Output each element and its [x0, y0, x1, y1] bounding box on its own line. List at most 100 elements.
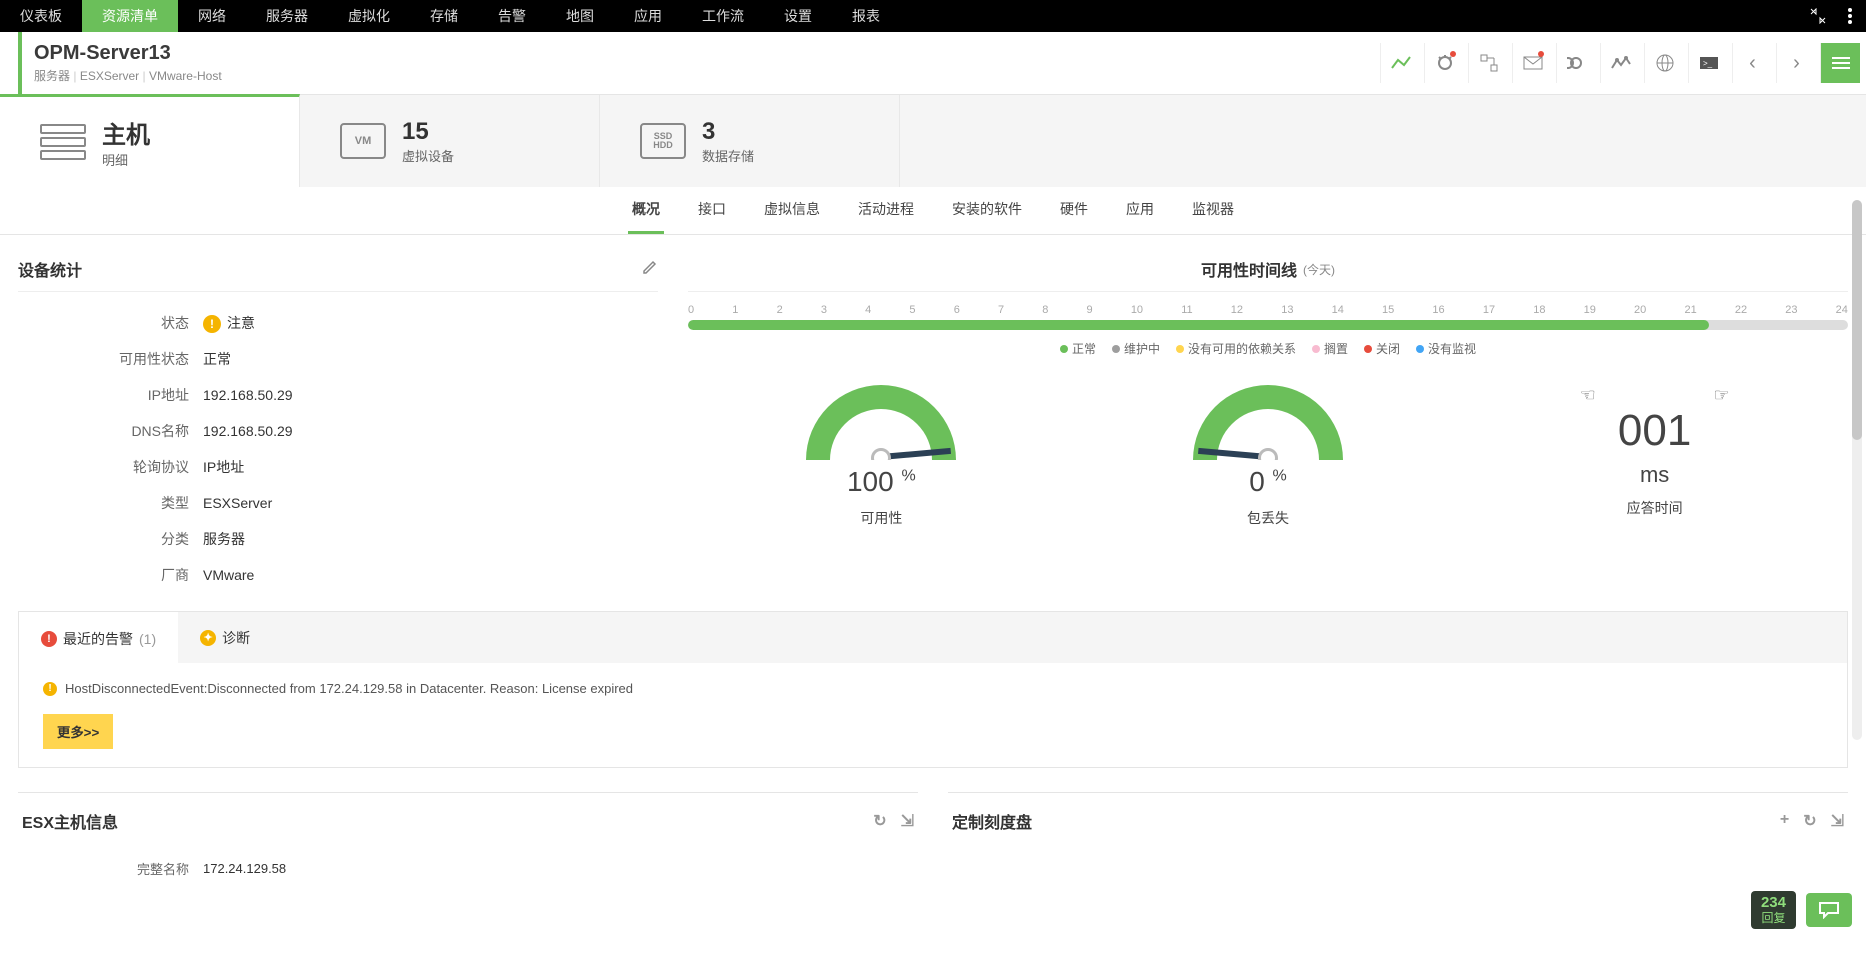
card-title: 3 [702, 118, 754, 146]
sub-tabs: 概况接口虚拟信息活动进程安装的软件硬件应用监视器 [0, 187, 1866, 235]
esx-table: 完整名称 172.24.129.58 [18, 849, 294, 888]
kebab-icon[interactable] [1834, 0, 1866, 32]
alarm-icon[interactable] [1424, 43, 1464, 83]
page-title: OPM-Server13 [34, 42, 1380, 65]
subtab-5[interactable]: 硬件 [1056, 187, 1092, 234]
timeline-fill [688, 320, 1709, 330]
stats-key: 状态 [20, 306, 195, 340]
add-icon[interactable]: + [1780, 811, 1789, 831]
scrollbar[interactable] [1852, 200, 1862, 740]
nav-item-11[interactable]: 报表 [832, 0, 900, 32]
stats-table: 状态!注意可用性状态正常IP地址192.168.50.29DNS名称192.16… [18, 304, 652, 591]
subtab-1[interactable]: 接口 [694, 187, 730, 234]
diag-icon: ✦ [200, 630, 216, 646]
legend-item: 搁置 [1312, 340, 1348, 357]
nav-item-10[interactable]: 设置 [764, 0, 832, 32]
expand-icon[interactable]: ⇲ [901, 811, 914, 831]
menu-icon[interactable] [1820, 43, 1860, 83]
nav-item-5[interactable]: 存储 [410, 0, 478, 32]
availability-panel: 可用性时间线 (今天) 0123456789101112131415161718… [688, 247, 1848, 591]
gauge-knob [871, 448, 891, 460]
stats-val: ESXServer [197, 486, 650, 520]
warn-icon: ! [43, 682, 57, 696]
custom-dial-panel: 定制刻度盘 + ↻ ⇲ [948, 792, 1848, 888]
topology-icon[interactable] [1468, 43, 1508, 83]
timeline-legend: 正常维护中没有可用的依赖关系搁置关闭没有监视 [688, 340, 1848, 357]
legend-item: 关闭 [1364, 340, 1400, 357]
breadcrumb: 服务器 ESXServer VMware-Host [34, 67, 1380, 84]
stats-val: IP地址 [197, 450, 650, 484]
stats-row: DNS名称192.168.50.29 [20, 414, 650, 448]
nav-item-6[interactable]: 告警 [478, 0, 546, 32]
card-title: 15 [402, 118, 454, 146]
breadcrumb-2[interactable]: VMware-Host [143, 69, 222, 83]
subtab-7[interactable]: 监视器 [1188, 187, 1238, 234]
nav-item-8[interactable]: 应用 [614, 0, 682, 32]
breadcrumb-1[interactable]: ESXServer [73, 69, 139, 83]
gauge-caption: 包丢失 [1247, 508, 1289, 528]
alarm-tab-count: (1) [139, 631, 156, 647]
breadcrumb-0[interactable]: 服务器 [34, 69, 70, 83]
summary-card-2[interactable]: SSDHDD3数据存储 [600, 95, 900, 187]
alarm-text: HostDisconnectedEvent:Disconnected from … [65, 681, 633, 696]
edit-icon[interactable] [642, 259, 658, 280]
card-sub: 明细 [102, 150, 150, 169]
collapse-icon[interactable] [1802, 0, 1834, 32]
legend-item: 正常 [1060, 340, 1096, 357]
device-stats-panel: 设备统计 状态!注意可用性状态正常IP地址192.168.50.29DNS名称1… [18, 247, 658, 591]
terminal-icon[interactable]: >_ [1688, 43, 1728, 83]
vm-icon: VM [340, 123, 386, 159]
stats-val: 192.168.50.29 [197, 414, 650, 448]
stats-val: 正常 [197, 342, 650, 376]
hand-icon: ☜ [1580, 385, 1596, 406]
expand-icon[interactable]: ⇲ [1831, 811, 1844, 831]
summary-card-1[interactable]: VM15虚拟设备 [300, 95, 600, 187]
nav-item-4[interactable]: 虚拟化 [328, 0, 410, 32]
svg-text:>_: >_ [1703, 59, 1713, 68]
nav-item-3[interactable]: 服务器 [246, 0, 328, 32]
graph-icon[interactable] [1600, 43, 1640, 83]
stats-row: 轮询协议IP地址 [20, 450, 650, 484]
link-icon[interactable] [1556, 43, 1596, 83]
globe-icon[interactable] [1644, 43, 1684, 83]
summary-card-0[interactable]: 主机明细 [0, 94, 300, 187]
nav-item-2[interactable]: 网络 [178, 0, 246, 32]
subtab-6[interactable]: 应用 [1122, 187, 1158, 234]
chat-button[interactable] [1806, 893, 1852, 927]
stats-key: 轮询协议 [20, 450, 195, 484]
reply-counter[interactable]: 234 回复 [1751, 891, 1796, 929]
gauge-1: 0 %包丢失 [1193, 385, 1343, 528]
header-actions: >_ ‹ › [1380, 43, 1866, 83]
nav-item-0[interactable]: 仪表板 [0, 0, 82, 32]
scrollbar-thumb[interactable] [1852, 200, 1862, 440]
stats-key: 可用性状态 [20, 342, 195, 376]
subtab-3[interactable]: 活动进程 [854, 187, 918, 234]
alarm-tab-0[interactable]: !最近的告警(1) [19, 612, 178, 663]
stats-key: DNS名称 [20, 414, 195, 448]
subtab-2[interactable]: 虚拟信息 [760, 187, 824, 234]
subtab-0[interactable]: 概况 [628, 187, 664, 234]
reply-count: 234 [1761, 895, 1786, 912]
refresh-icon[interactable]: ↻ [873, 811, 886, 831]
stats-val: 192.168.50.29 [197, 378, 650, 412]
refresh-icon[interactable]: ↻ [1803, 811, 1816, 831]
legend-item: 没有可用的依赖关系 [1176, 340, 1296, 357]
subtab-4[interactable]: 安装的软件 [948, 187, 1026, 234]
alarm-tab-1[interactable]: ✦诊断 [178, 612, 272, 663]
esx-info-panel: ESX主机信息 ↻ ⇲ 完整名称 172.24.129.58 [18, 792, 918, 888]
alarm-tabs: !最近的告警(1)✦诊断 [19, 612, 1847, 663]
prev-icon[interactable]: ‹ [1732, 43, 1772, 83]
nav-item-7[interactable]: 地图 [546, 0, 614, 32]
hand-icon: ☞ [1714, 385, 1730, 406]
next-icon[interactable]: › [1776, 43, 1816, 83]
mail-icon[interactable] [1512, 43, 1552, 83]
esx-row-key: 完整名称 [20, 851, 195, 886]
timeline-hours: 0123456789101112131415161718192021222324 [688, 304, 1848, 316]
gauge-arc [806, 385, 956, 460]
stats-key: 厂商 [20, 558, 195, 591]
chart-icon[interactable] [1380, 43, 1420, 83]
nav-item-9[interactable]: 工作流 [682, 0, 764, 32]
legend-item: 维护中 [1112, 340, 1160, 357]
more-button[interactable]: 更多>> [43, 714, 113, 749]
nav-item-1[interactable]: 资源清单 [82, 0, 178, 32]
